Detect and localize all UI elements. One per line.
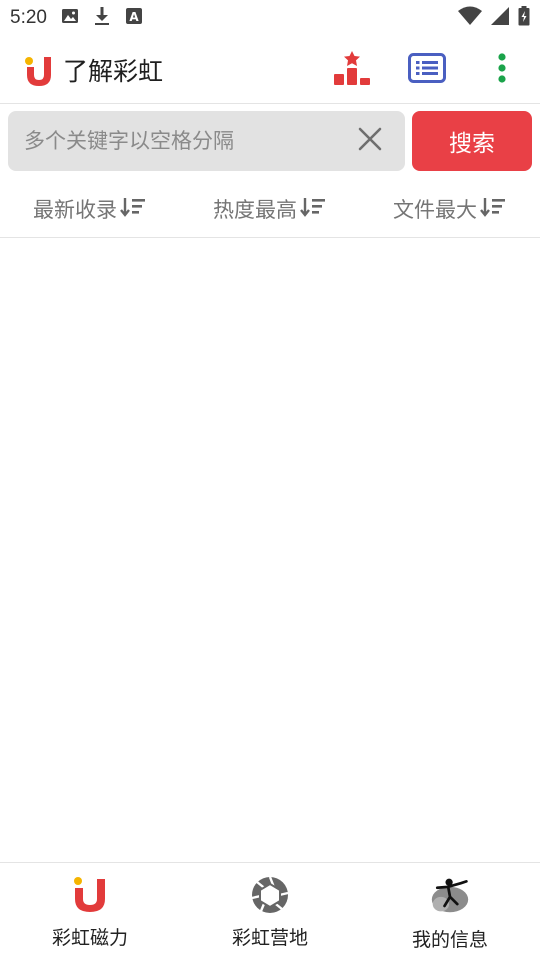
search-input[interactable]: [8, 111, 338, 171]
status-bar-right: [458, 6, 530, 30]
status-bar: 5:20 A: [0, 0, 540, 36]
status-time: 5:20: [10, 7, 47, 28]
svg-text:A: A: [129, 10, 139, 24]
nav-label: 彩虹营地: [231, 927, 308, 949]
ranking-button[interactable]: [330, 48, 374, 92]
sort-tab-popular[interactable]: 热度最高: [213, 180, 326, 238]
ranking-icon: [331, 50, 373, 90]
search-box: [8, 111, 405, 171]
nav-label: 彩虹磁力: [51, 927, 128, 949]
list-button[interactable]: [405, 48, 449, 92]
status-bar-left: 5:20 A: [10, 6, 143, 30]
sort-tab-label: 文件最大: [393, 198, 477, 222]
nav-item-camp[interactable]: 彩虹营地: [180, 863, 360, 961]
search-button[interactable]: 搜索: [412, 111, 532, 171]
nav-item-magnet[interactable]: 彩虹磁力: [0, 863, 180, 961]
download-icon: [93, 6, 111, 30]
nav-item-profile[interactable]: 我的信息: [360, 863, 540, 961]
font-a-icon: A: [125, 7, 143, 29]
app-bar: 了解彩虹: [0, 38, 540, 104]
close-icon: [358, 127, 382, 155]
sort-tab-largest[interactable]: 文件最大: [393, 180, 506, 238]
sort-desc-icon: [300, 196, 326, 223]
magnet-logo-icon: [24, 53, 54, 93]
sort-tab-newest[interactable]: 最新收录: [33, 180, 146, 238]
sort-tab-label: 热度最高: [213, 198, 297, 222]
more-vert-icon: [497, 52, 507, 88]
clear-search-button[interactable]: [351, 122, 389, 160]
bottom-nav: 彩虹磁力 彩虹营地 我的信息: [0, 862, 540, 960]
search-row: 搜索: [0, 111, 540, 171]
image-icon: [61, 7, 79, 29]
aperture-icon: [250, 875, 290, 915]
nav-label: 我的信息: [411, 929, 488, 951]
sort-tab-label: 最新收录: [33, 198, 117, 222]
results-list: [0, 239, 540, 862]
sort-desc-icon: [480, 196, 506, 223]
more-options-button[interactable]: [480, 48, 524, 92]
app-title: 了解彩虹: [63, 57, 164, 86]
battery-icon: [518, 6, 530, 30]
sort-tabs: 最新收录 热度最高 文件最大: [0, 180, 540, 238]
wifi-icon: [458, 6, 482, 30]
magnet-icon: [70, 875, 110, 915]
list-icon: [408, 53, 446, 87]
signal-icon: [490, 6, 510, 30]
sort-desc-icon: [120, 196, 146, 223]
user-avatar-icon: [430, 875, 470, 915]
